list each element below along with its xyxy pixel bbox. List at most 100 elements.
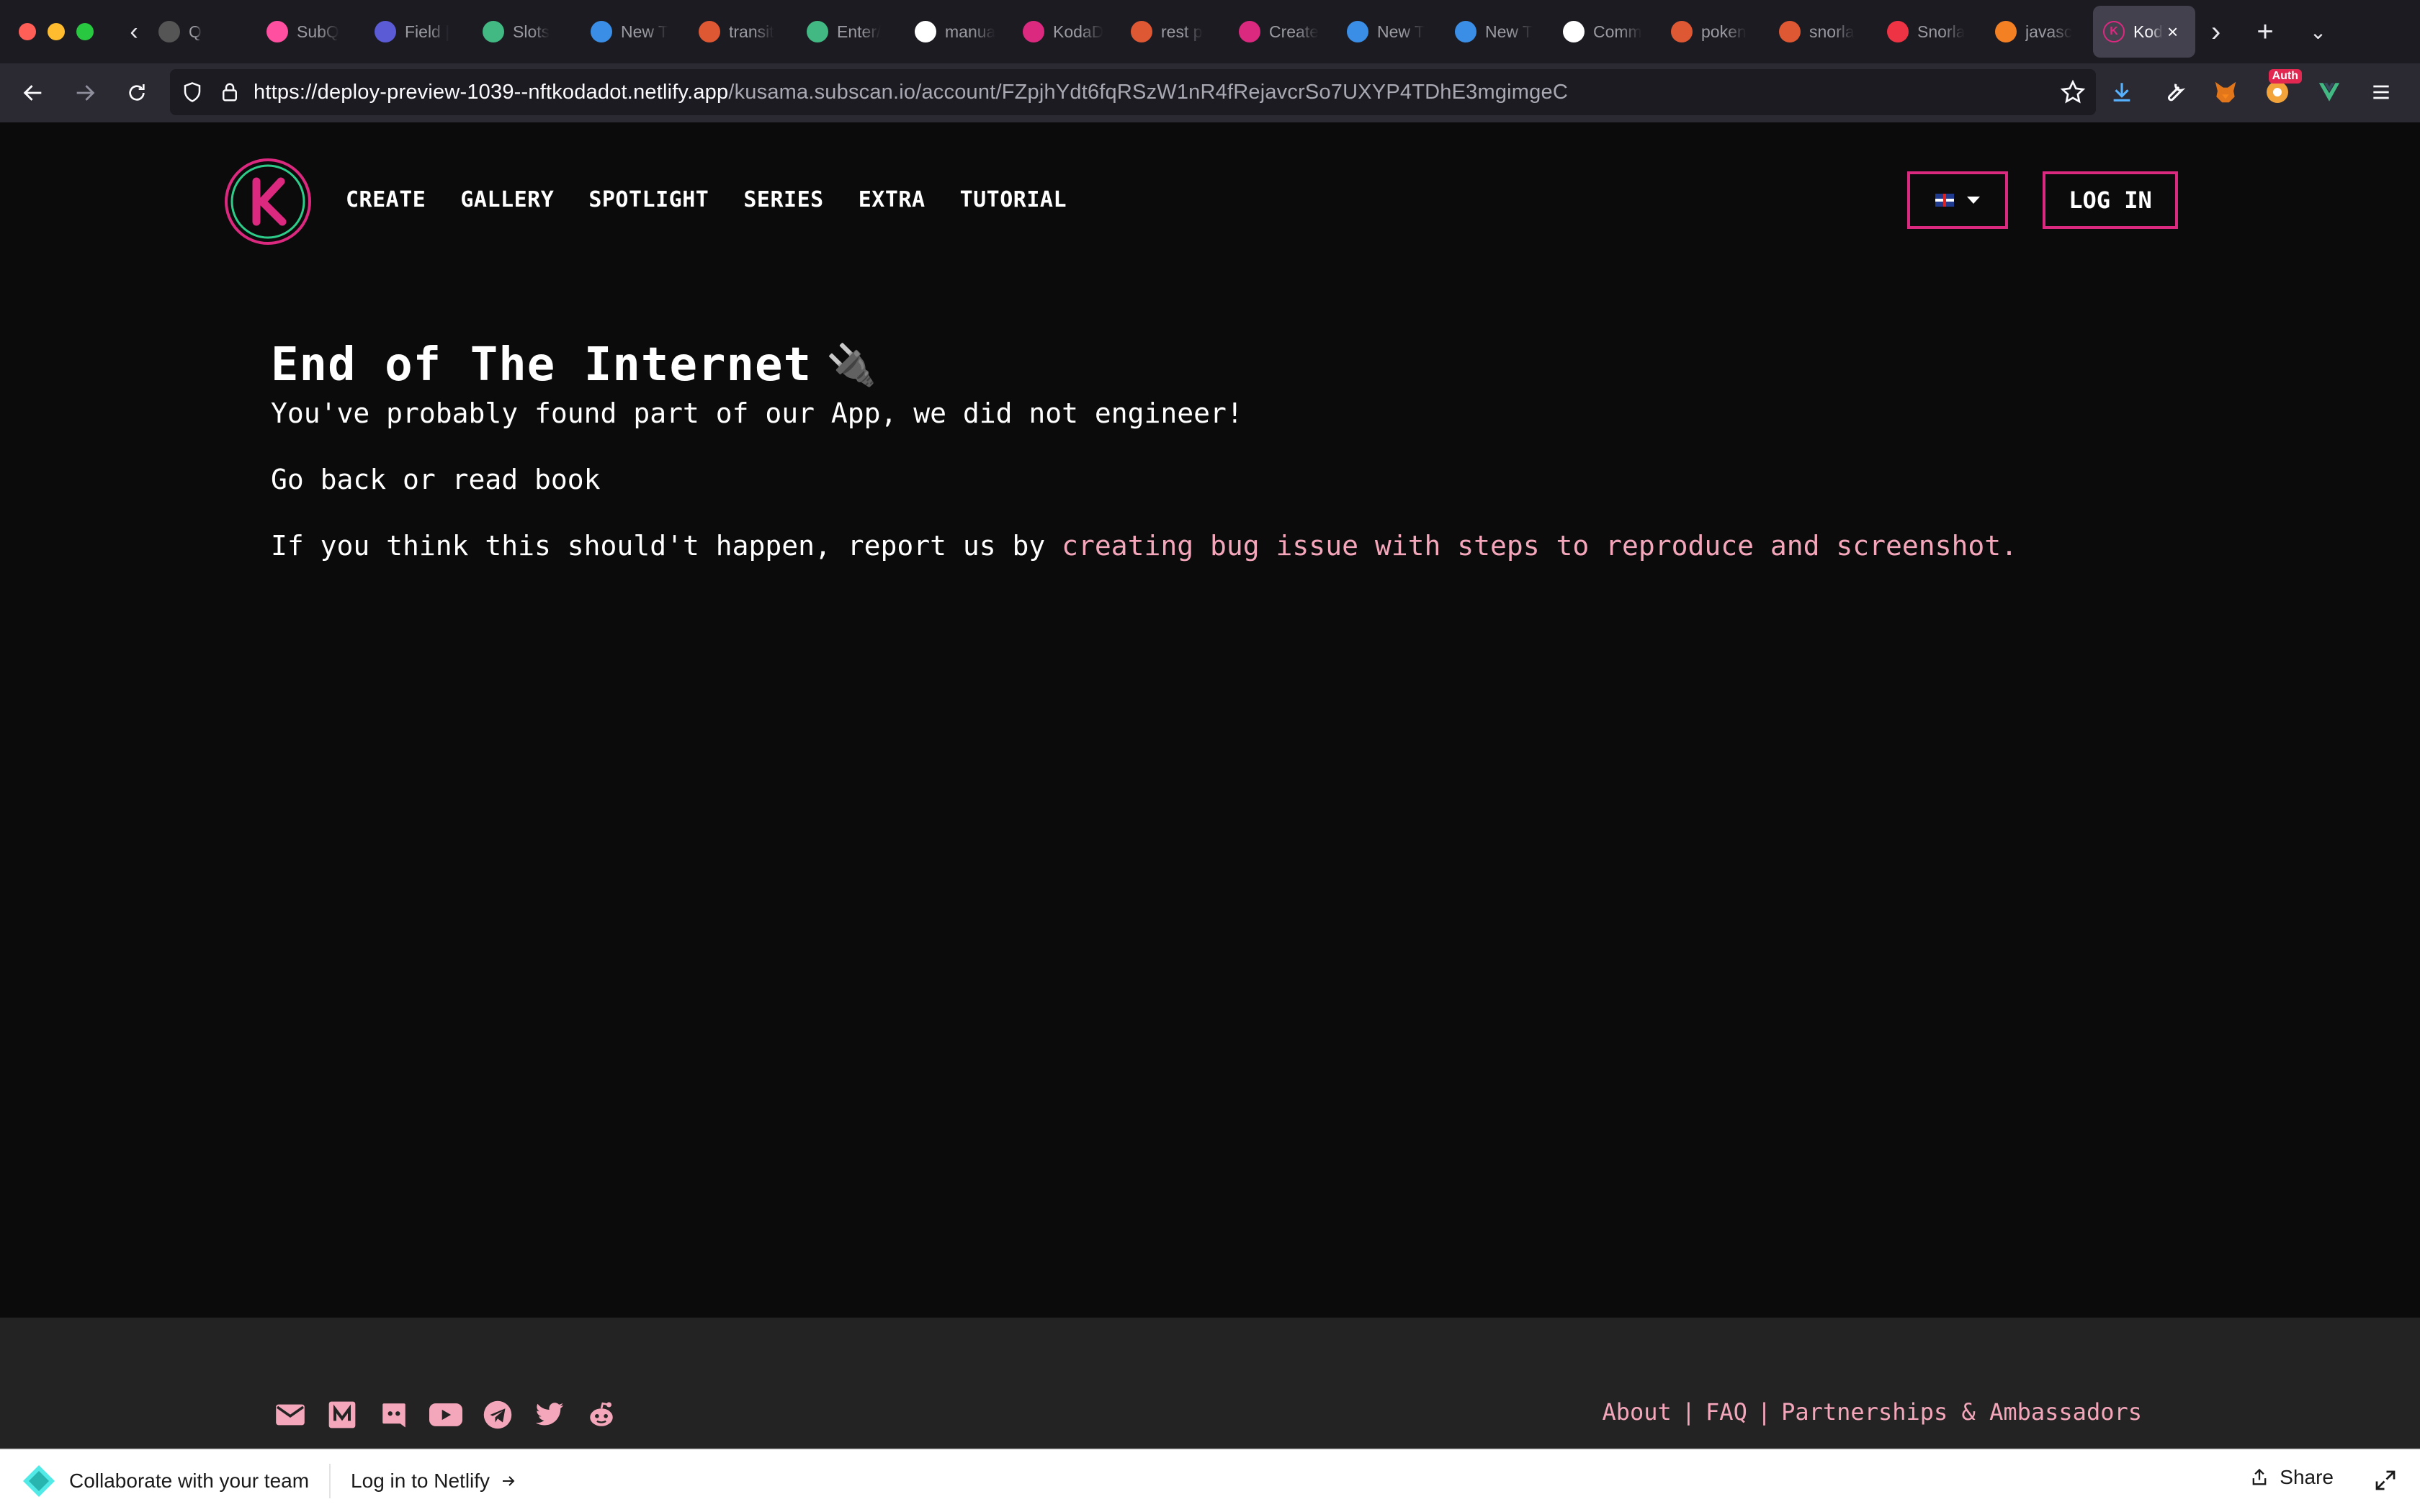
collaborate-button[interactable]: Collaborate with your team <box>69 1470 309 1493</box>
tab-label: SubQ <box>297 22 339 41</box>
url-text[interactable]: https://deploy-preview-1039--nftkodadot.… <box>254 81 1568 104</box>
netlify-login-link[interactable]: Log in to Netlify <box>351 1470 517 1493</box>
back-arrow-icon <box>23 85 42 101</box>
pokeball-icon <box>1887 21 1909 42</box>
tab[interactable]: SubQ <box>256 6 364 58</box>
youtube-icon[interactable] <box>429 1398 462 1431</box>
s-icon <box>1239 21 1260 42</box>
tab[interactable]: poken <box>1661 6 1769 58</box>
tracking-shield-icon[interactable] <box>182 81 203 103</box>
discord-icon[interactable] <box>377 1398 411 1431</box>
back-button[interactable] <box>7 67 59 119</box>
kodadot-icon <box>1023 21 1044 42</box>
tab-label: New T <box>621 22 669 41</box>
address-bar[interactable]: https://deploy-preview-1039--nftkodadot.… <box>170 69 2096 115</box>
forward-button[interactable] <box>59 67 111 119</box>
kodadot-logo[interactable] <box>223 157 313 246</box>
tab-label: Slots <box>513 22 550 41</box>
firefox-icon <box>591 21 612 42</box>
email-icon[interactable] <box>274 1398 307 1431</box>
tab[interactable]: transit <box>689 6 797 58</box>
wikipedia-icon <box>1563 21 1585 42</box>
nav-item-series[interactable]: SERIES <box>743 187 823 212</box>
tab[interactable]: New T <box>1445 6 1553 58</box>
auth-extension-button[interactable]: Auth <box>2262 69 2302 108</box>
twitter-icon[interactable] <box>533 1398 566 1431</box>
footer-separator: | <box>1681 1398 1696 1426</box>
metamask-extension-button[interactable] <box>2210 76 2241 108</box>
tab[interactable]: New T <box>581 6 689 58</box>
social-links <box>274 1398 618 1431</box>
tab-active[interactable]: K Kod × <box>2093 6 2195 58</box>
uk-flag-icon <box>1935 194 1954 207</box>
window-controls <box>19 23 94 40</box>
share-button[interactable]: Share <box>2249 1466 2334 1489</box>
netlify-logo-icon <box>23 1465 55 1497</box>
share-label: Share <box>2280 1466 2334 1488</box>
devtools-button[interactable] <box>2158 76 2190 108</box>
tab[interactable]: Slots <box>472 6 581 58</box>
tab[interactable]: Enter/ <box>797 6 905 58</box>
new-tab-button[interactable]: + <box>2257 16 2273 48</box>
browser-tab-bar: ‹ Q SubQ Field | Slots New T transit Enter/man… <box>0 0 2420 63</box>
collapse-drawer-icon[interactable] <box>2372 1467 2398 1493</box>
tab[interactable]: Snorla <box>1877 6 1985 58</box>
login-button[interactable]: LOG IN <box>2043 171 2178 229</box>
zoom-window-button[interactable] <box>76 23 94 40</box>
downloads-button[interactable] <box>2106 76 2138 108</box>
url-path: /kusama.subscan.io/account/FZpjhYdt6fqRS… <box>728 80 1568 104</box>
tab-strip: Q SubQ Field | Slots New T transit Enter/manua… <box>148 0 2093 63</box>
lock-icon[interactable] <box>219 81 241 103</box>
subquery-icon <box>266 21 288 42</box>
tab[interactable]: rest p <box>1121 6 1229 58</box>
tab-label: manua <box>945 22 996 41</box>
tab[interactable]: Create <box>1229 6 1337 58</box>
bookmark-star-icon[interactable] <box>2060 79 2086 105</box>
vue-icon <box>807 21 828 42</box>
main-nav: CREATE GALLERY SPOTLIGHT SERIES EXTRA TUTORIA… <box>346 187 1067 212</box>
arrow-right-icon <box>503 1476 515 1486</box>
footer-separator: | <box>1757 1398 1772 1426</box>
nav-item-spotlight[interactable]: SPOTLIGHT <box>588 187 709 212</box>
tab[interactable]: KodaD <box>1013 6 1121 58</box>
tabs-scroll-left-button[interactable]: ‹ <box>120 10 148 53</box>
reload-button[interactable] <box>111 67 163 119</box>
close-tab-icon[interactable]: × <box>2167 21 2178 43</box>
tab-label: rest p <box>1161 22 1203 41</box>
medium-icon[interactable] <box>326 1398 359 1431</box>
nav-item-extra[interactable]: EXTRA <box>859 187 926 212</box>
close-window-button[interactable] <box>19 23 36 40</box>
tab[interactable]: javasc <box>1985 6 2093 58</box>
footer-link-faq[interactable]: FAQ <box>1706 1398 1747 1426</box>
github-icon <box>915 21 936 42</box>
tabs-scroll-right-button[interactable]: › <box>2211 16 2220 48</box>
minimize-window-button[interactable] <box>48 23 65 40</box>
tab-label: Comm <box>1593 22 1642 41</box>
tab[interactable]: New T <box>1337 6 1445 58</box>
list-tabs-button[interactable]: ⌄ <box>2310 20 2326 44</box>
stackoverflow-icon <box>1995 21 2017 42</box>
reddit-icon[interactable] <box>585 1398 618 1431</box>
report-bug-link[interactable]: creating bug issue with steps to reprodu… <box>1062 530 2017 562</box>
tab-label: poken <box>1701 22 1747 41</box>
vue-devtools-button[interactable] <box>2313 76 2345 108</box>
tab[interactable]: Q <box>148 6 256 58</box>
hamburger-menu-icon <box>2373 85 2389 99</box>
footer-link-partnerships[interactable]: Partnerships & Ambassadors <box>1781 1398 2142 1426</box>
language-select[interactable] <box>1907 171 2008 229</box>
vue-icon <box>483 21 504 42</box>
nav-item-tutorial[interactable]: TUTORIAL <box>960 187 1067 212</box>
page: CREATE GALLERY SPOTLIGHT SERIES EXTRA TUTORIA… <box>0 122 2420 1318</box>
not-found-content: End of The Internet 🔌 You've probably fo… <box>271 338 2017 562</box>
nav-item-create[interactable]: CREATE <box>346 187 426 212</box>
app-menu-button[interactable] <box>2365 76 2397 108</box>
tab[interactable]: Field | <box>364 6 472 58</box>
footer-link-about[interactable]: About <box>1602 1398 1671 1426</box>
nav-item-gallery[interactable]: GALLERY <box>460 187 554 212</box>
tab[interactable]: Comm <box>1553 6 1661 58</box>
telegram-icon[interactable] <box>481 1398 514 1431</box>
firefox-icon <box>1347 21 1368 42</box>
tab[interactable]: manua <box>905 6 1013 58</box>
wrench-icon <box>2167 84 2186 102</box>
tab[interactable]: snorla <box>1769 6 1877 58</box>
